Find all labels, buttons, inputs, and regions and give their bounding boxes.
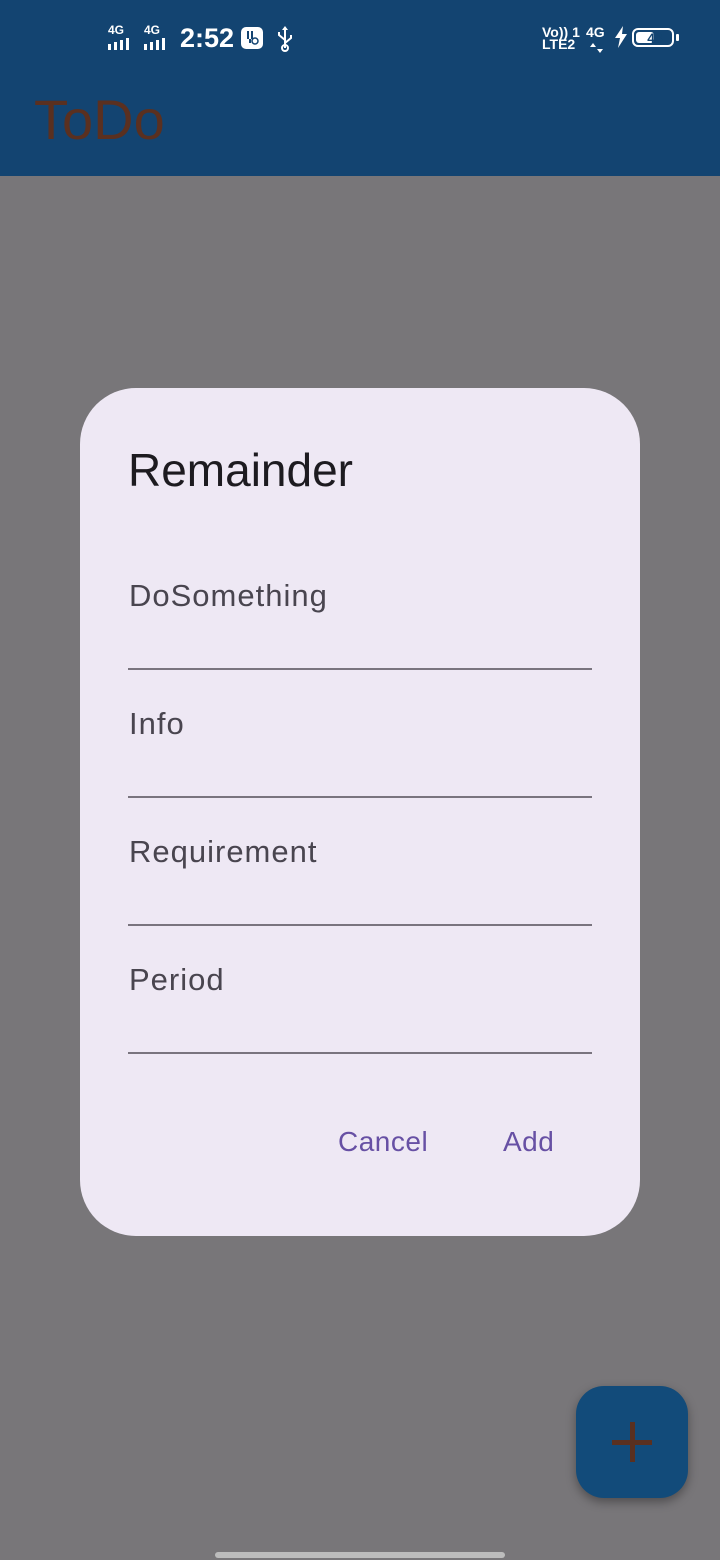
info-field[interactable]: Info [128,704,596,804]
sim2-signal-icon: 4G [144,24,165,50]
add-button[interactable]: Add [503,1126,554,1158]
dosomething-input[interactable] [128,624,596,666]
cancel-button[interactable]: Cancel [338,1126,428,1158]
data-arrows-icon [590,40,604,58]
battery-icon: 43 [632,28,674,47]
sim2-network-label: 4G [144,23,161,37]
usb-icon [274,26,296,57]
info-label: Info [129,706,185,741]
app-bar: 4G 4G 2:52 Vo)) 1 LTE2 4G 43 ToDo [0,0,720,176]
remainder-dialog: Remainder DoSomething Info Requirement P… [80,388,640,1236]
sim1-signal-icon: 4G [108,24,129,50]
requirement-label: Requirement [129,834,318,869]
period-underline [128,1052,592,1054]
requirement-underline [128,924,592,926]
add-todo-fab[interactable] [576,1386,688,1498]
dosomething-label: DoSomething [129,578,328,613]
mobile-data-indicator: 4G [586,24,605,40]
period-input[interactable] [128,1008,596,1050]
dosomething-field[interactable]: DoSomething [128,576,596,676]
info-underline [128,796,592,798]
status-bar: 4G 4G 2:52 Vo)) 1 LTE2 4G 43 [0,0,720,76]
period-label: Period [129,962,225,997]
charging-icon [614,26,628,53]
lte-indicator: LTE2 [542,36,576,52]
dosomething-underline [128,668,592,670]
usb-settings-notification-icon [240,26,264,55]
period-field[interactable]: Period [128,960,596,1060]
status-time: 2:52 [180,23,235,53]
battery-level: 43 [647,29,663,46]
info-input[interactable] [128,752,596,794]
requirement-input[interactable] [128,880,596,922]
dialog-title: Remainder [128,444,353,496]
sim1-network-label: 4G [108,23,125,37]
battery-tip [676,34,679,41]
home-indicator[interactable] [215,1552,505,1558]
app-title: ToDo [34,88,165,151]
requirement-field[interactable]: Requirement [128,832,596,932]
